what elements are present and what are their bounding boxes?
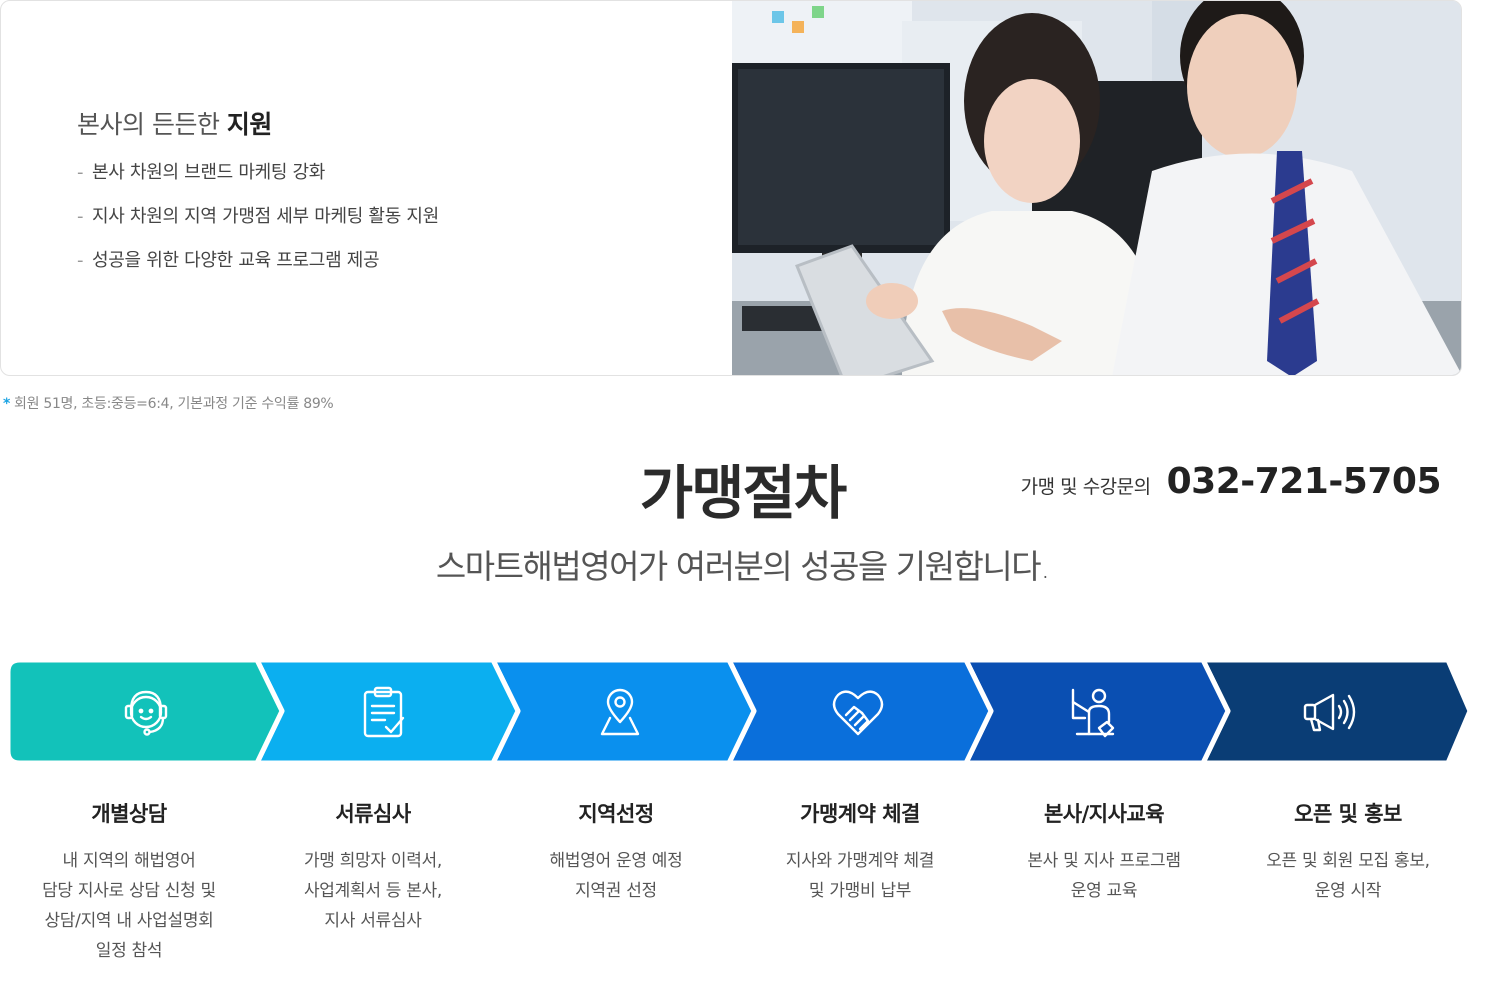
megaphone-icon <box>1299 682 1359 742</box>
clipboard-check-icon <box>353 682 413 742</box>
step-desc: 가맹 희망자 이력서, 사업계획서 등 본사, 지사 서류심사 <box>253 846 493 936</box>
step-desc-line: 상담/지역 내 사업설명회 <box>44 911 214 931</box>
step-desc-line: 및 가맹비 납부 <box>808 881 912 901</box>
step-desc-line: 지사 서류심사 <box>324 911 422 931</box>
handshake-heart-icon <box>828 682 888 742</box>
map-pin-icon <box>590 682 650 742</box>
process-arrow-bar <box>8 660 1470 763</box>
step-desc-line: 운영 교육 <box>1070 881 1138 901</box>
step-desc-line: 오픈 및 회원 모집 홍보, <box>1266 851 1430 871</box>
support-item-text: 본사 차원의 브랜드 마케팅 강화 <box>92 162 326 183</box>
step-title: 지역선정 <box>578 802 654 826</box>
contact-info: 가맹 및 수강문의 032-721-5705 <box>1020 461 1442 502</box>
support-list: - 본사 차원의 브랜드 마케팅 강화 - 지사 차원의 지역 가맹점 세부 마케팅… <box>77 161 717 293</box>
step-1: 개별상담 내 지역의 해법영어 담당 지사로 상담 신청 및 상담/지역 내 사… <box>9 798 249 966</box>
support-card: 본사의 든든한 지원 - 본사 차원의 브랜드 마케팅 강화 - 지사 차원의 지역… <box>0 0 1462 376</box>
support-item-text: 성공을 위한 다양한 교육 프로그램 제공 <box>92 250 380 271</box>
dash-bullet: - <box>77 206 84 227</box>
step-desc-line: 운영 시작 <box>1314 881 1382 901</box>
contact-phone[interactable]: 032-721-5705 <box>1167 461 1442 502</box>
step-desc: 본사 및 지사 프로그램 운영 교육 <box>984 846 1224 906</box>
contact-label: 가맹 및 수강문의 <box>1020 476 1151 498</box>
dash-bullet: - <box>77 250 84 271</box>
step-title: 본사/지사교육 <box>1043 802 1165 826</box>
arrow-bar-graphic <box>8 660 1470 763</box>
step-title: 가맹계약 체결 <box>800 802 920 826</box>
step-desc-line: 지역권 선정 <box>575 881 657 901</box>
step-desc-line: 담당 지사로 상담 신청 및 <box>42 881 216 901</box>
support-title-bold: 지원 <box>226 110 273 139</box>
step-3: 지역선정 해법영어 운영 예정 지역권 선정 <box>496 798 736 906</box>
support-title: 본사의 든든한 지원 <box>77 105 717 141</box>
footnote-star: * <box>3 396 11 412</box>
step-4: 가맹계약 체결 지사와 가맹계약 체결 및 가맹비 납부 <box>740 798 980 906</box>
support-list-item: - 성공을 위한 다양한 교육 프로그램 제공 <box>77 249 717 293</box>
support-text: 본사의 든든한 지원 - 본사 차원의 브랜드 마케팅 강화 - 지사 차원의 지역… <box>77 105 717 293</box>
step-desc: 지사와 가맹계약 체결 및 가맹비 납부 <box>740 846 980 906</box>
step-title: 개별상담 <box>91 802 167 826</box>
step-title: 서류심사 <box>335 802 411 826</box>
photo-illustration <box>732 1 1461 375</box>
step-desc-line: 내 지역의 해법영어 <box>62 851 196 871</box>
footnote: * 회원 51명, 초등:중등=6:4, 기본과정 기준 수익률 89% <box>3 393 334 413</box>
step-desc: 해법영어 운영 예정 지역권 선정 <box>496 846 736 906</box>
step-title: 오픈 및 홍보 <box>1294 802 1402 826</box>
step-desc: 오픈 및 회원 모집 홍보, 운영 시작 <box>1228 846 1468 906</box>
step-desc-line: 해법영어 운영 예정 <box>549 851 683 871</box>
support-list-item: - 지사 차원의 지역 가맹점 세부 마케팅 활동 지원 <box>77 205 717 249</box>
step-desc-line: 가맹 희망자 이력서, <box>303 851 443 871</box>
step-2: 서류심사 가맹 희망자 이력서, 사업계획서 등 본사, 지사 서류심사 <box>253 798 493 936</box>
teacher-board-icon <box>1063 682 1123 742</box>
step-desc-line: 일정 참석 <box>95 941 163 961</box>
dash-bullet: - <box>77 162 84 183</box>
footnote-text: 회원 51명, 초등:중등=6:4, 기본과정 기준 수익률 89% <box>14 396 334 412</box>
support-item-text: 지사 차원의 지역 가맹점 세부 마케팅 활동 지원 <box>92 206 439 227</box>
support-title-light: 본사의 든든한 <box>77 110 220 139</box>
step-5: 본사/지사교육 본사 및 지사 프로그램 운영 교육 <box>984 798 1224 906</box>
headset-agent-icon <box>116 682 176 742</box>
process-subtitle: 스마트해법영어가 여러분의 성공을 기원합니다. <box>435 547 1051 586</box>
business-people-tablet-photo <box>732 1 1461 375</box>
step-desc-line: 지사와 가맹계약 체결 <box>785 851 935 871</box>
step-desc-line: 사업계획서 등 본사, <box>303 881 443 901</box>
step-desc: 내 지역의 해법영어 담당 지사로 상담 신청 및 상담/지역 내 사업설명회 … <box>9 846 249 966</box>
support-list-item: - 본사 차원의 브랜드 마케팅 강화 <box>77 161 717 205</box>
step-6: 오픈 및 홍보 오픈 및 회원 모집 홍보, 운영 시작 <box>1228 798 1468 906</box>
step-desc-line: 본사 및 지사 프로그램 <box>1027 851 1181 871</box>
